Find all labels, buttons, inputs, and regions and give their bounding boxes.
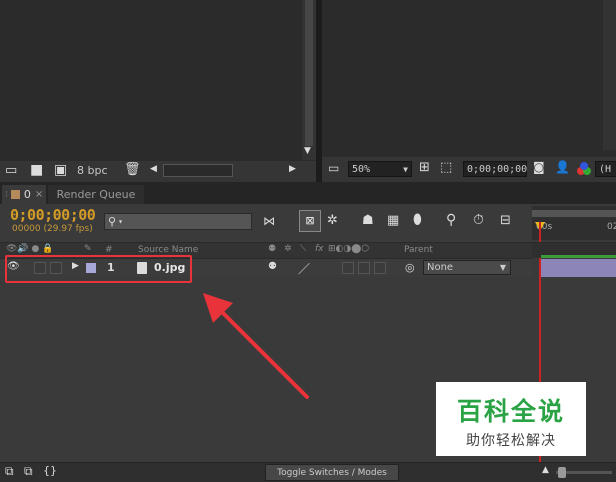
- watermark-subtitle: 助你轻松解决: [466, 433, 556, 449]
- zoom-dropdown[interactable]: 50% ▼: [348, 161, 412, 177]
- annotation-arrow: [203, 293, 309, 399]
- bpc-label[interactable]: 8 bpc: [77, 164, 108, 177]
- hide-shy-layers-icon[interactable]: ☗: [362, 213, 374, 228]
- interpret-footage-icon[interactable]: ▭: [5, 163, 17, 178]
- column-parent: Parent: [404, 245, 433, 255]
- ruler-label-second: 02: [607, 222, 616, 232]
- av-switches-icon: 👁🔊 ● 🔒: [6, 244, 54, 254]
- zoom-value: 50%: [352, 163, 371, 175]
- toggle-switches-modes-button[interactable]: Toggle Switches / Modes: [265, 464, 399, 481]
- search-icon: ⚲: [108, 215, 117, 228]
- close-icon[interactable]: ×: [35, 189, 43, 200]
- tab-render-queue-label: Render Queue: [56, 188, 136, 201]
- viewer-scrollbar[interactable]: [603, 0, 616, 150]
- layer-shy-icon[interactable]: ⚉: [268, 261, 277, 272]
- project-horizontal-scrollbar[interactable]: [163, 164, 233, 177]
- switch-icons: ⊞◐◑⬤⬡: [328, 244, 370, 254]
- zoom-out-icon[interactable]: ▲: [542, 465, 549, 475]
- label-icon: ✎: [84, 244, 92, 254]
- composition-viewer: [322, 0, 616, 182]
- collapse-switch-icon: ✲: [284, 244, 292, 254]
- layer-switches-pane-icon[interactable]: ⧉: [5, 464, 14, 479]
- resolution-icon[interactable]: ⊞: [419, 160, 430, 175]
- effect-switch[interactable]: [342, 262, 354, 274]
- column-source-name[interactable]: Source Name: [138, 245, 198, 255]
- new-folder-icon[interactable]: ■: [30, 162, 43, 178]
- new-composition-icon[interactable]: ▣: [54, 162, 67, 178]
- transfer-controls-pane-icon[interactable]: ⧉: [24, 464, 33, 479]
- channel-dropdown[interactable]: (H: [595, 161, 616, 177]
- viewer-bottom-bar: ▭ 50% ▼ ⊞ ⬚ 0;00;00;00 ◙ 👤 (H: [322, 157, 616, 182]
- frame-blending-icon[interactable]: ▦: [387, 213, 399, 228]
- composition-tab-icon: [10, 190, 20, 199]
- tab-bar: ⁞ 0 × Render Queue: [0, 182, 616, 204]
- parent-dropdown[interactable]: None ▼: [423, 260, 511, 275]
- search-dropdown-icon: ▾: [118, 217, 123, 226]
- viewer-timecode-text: 0;00;00;00: [467, 163, 528, 175]
- current-time-display[interactable]: 0;00;00;00: [10, 206, 96, 224]
- watermark-title: 百科全说: [456, 397, 565, 426]
- live-update-button[interactable]: ⊠: [299, 210, 321, 232]
- comp-mini-flowchart-icon[interactable]: ⋈: [263, 214, 275, 228]
- brainstorm-icon[interactable]: ⚲: [446, 212, 456, 228]
- tab-gripper-icon: ⁞: [5, 189, 8, 200]
- in-out-pane-icon[interactable]: {}: [43, 464, 57, 477]
- column-effects: fx: [315, 244, 324, 254]
- timeline-bottom-bar: ⧉ ⧉ {} Toggle Switches / Modes ▲: [0, 462, 616, 482]
- trash-icon[interactable]: 🗑: [124, 162, 141, 177]
- frame-blend-switch[interactable]: [358, 262, 370, 274]
- layer-duration-bar[interactable]: [541, 259, 616, 277]
- scroll-down-arrow-icon[interactable]: ▼: [304, 146, 311, 156]
- scroll-right-arrow-icon[interactable]: ▶: [289, 164, 296, 174]
- motion-blur-switch[interactable]: [374, 262, 386, 274]
- project-panel: [0, 0, 316, 182]
- parent-value: None: [427, 262, 454, 273]
- arrow-shaft: [218, 308, 309, 399]
- tab-timeline[interactable]: ⁞ 0 ×: [2, 185, 46, 204]
- region-of-interest-icon[interactable]: ⬚: [440, 160, 452, 175]
- chevron-down-icon: ▼: [403, 164, 408, 174]
- graph-editor-icon[interactable]: ⊟: [500, 213, 511, 228]
- project-bottom-bar: ▭ ■ ▣ 8 bpc 🗑 ◀ ▶: [0, 161, 316, 182]
- viewer-timecode[interactable]: 0;00;00;00: [463, 161, 527, 177]
- tab-timeline-label: 0: [23, 188, 31, 201]
- toggle-switches-label: Toggle Switches / Modes: [277, 467, 387, 478]
- slider-thumb[interactable]: [558, 467, 566, 478]
- timeline-green-strip: [541, 255, 616, 258]
- tab-render-queue[interactable]: Render Queue: [48, 185, 144, 204]
- color-channels-icon[interactable]: [577, 162, 591, 176]
- column-number: #: [105, 245, 113, 255]
- work-area-bar[interactable]: [532, 210, 616, 217]
- motion-blur-icon[interactable]: ⬮: [413, 212, 422, 228]
- auto-keyframe-icon[interactable]: ⏱: [473, 212, 484, 228]
- layer-quality-icon[interactable]: ／: [298, 260, 310, 277]
- chevron-down-icon: ▼: [499, 263, 506, 272]
- frame-info: 00000 (29.97 fps): [12, 224, 93, 234]
- camera-snapshot-icon[interactable]: ◙: [533, 160, 545, 174]
- time-zoom-slider[interactable]: [556, 467, 612, 478]
- always-preview-icon[interactable]: ▭: [328, 161, 339, 175]
- quality-switch-icon: ⟍: [300, 244, 307, 254]
- channel-label: (H: [599, 163, 612, 175]
- draft-3d-icon[interactable]: ✲: [327, 213, 338, 228]
- search-input[interactable]: ⚲ ▾: [104, 213, 252, 230]
- watermark: 百科全说 助你轻松解决: [436, 382, 586, 456]
- project-vertical-scrollbar[interactable]: ▼: [302, 0, 316, 160]
- shy-switch-icon: ⚉: [268, 244, 277, 254]
- scroll-left-arrow-icon[interactable]: ◀: [150, 164, 157, 174]
- highlight-box: [5, 255, 192, 283]
- show-snapshot-icon[interactable]: 👤: [555, 160, 570, 174]
- pick-whip-icon[interactable]: ◎: [405, 261, 415, 274]
